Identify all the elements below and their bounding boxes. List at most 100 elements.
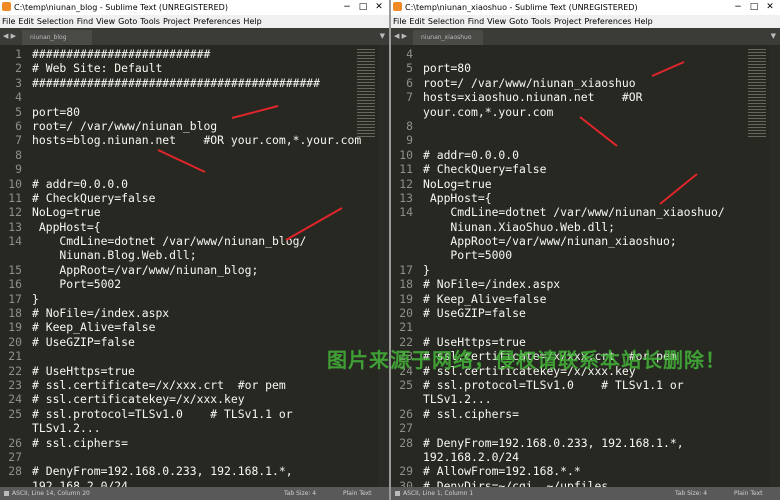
code-line[interactable]: 17} — [0, 292, 389, 306]
tab-niunan-blog[interactable]: niunan_blog — [22, 30, 92, 45]
code-line[interactable]: 20 # UseGZIP=false — [0, 335, 389, 349]
code-line[interactable]: 28 # DenyFrom=192.168.0.233, 192.168.1.*, — [0, 464, 389, 478]
menu-view[interactable]: View — [96, 17, 115, 26]
code-line[interactable]: 14 CmdLine=dotnet /var/www/niunan_xiaosh… — [391, 205, 780, 219]
menu-tools[interactable]: Tools — [531, 17, 551, 26]
title-bar[interactable]: C:\temp\niunan_blog - Sublime Text (UNRE… — [0, 0, 389, 15]
code-line[interactable]: 13 AppHost={ — [0, 220, 389, 234]
code-line[interactable]: 27 — [391, 421, 780, 435]
code-line[interactable]: 11 # CheckQuery=false — [0, 191, 389, 205]
minimap[interactable] — [748, 49, 766, 139]
code-line[interactable]: 5 port=80 — [391, 61, 780, 75]
code-line[interactable]: Niunan.XiaoShuo.Web.dll; — [391, 220, 780, 234]
menu-preferences[interactable]: Preferences — [584, 17, 631, 26]
menu-edit[interactable]: Edit — [409, 17, 425, 26]
code-line[interactable]: 17} — [391, 263, 780, 277]
code-line[interactable]: 26 # ssl.ciphers= — [391, 407, 780, 421]
vertical-scrollbar[interactable] — [379, 45, 389, 487]
tab-niunan-xiaoshuo[interactable]: niunan_xiaoshuo — [413, 30, 483, 45]
menu-file[interactable]: File — [2, 17, 15, 26]
code-line[interactable]: 12 NoLog=true — [0, 205, 389, 219]
code-line[interactable]: 23 # ssl.certificate=/x/xxx.crt #or pem — [391, 349, 780, 363]
code-line[interactable]: 18 # NoFile=/index.aspx — [391, 277, 780, 291]
code-line[interactable]: 6 root=/ /var/www/niunan_blog — [0, 119, 389, 133]
status-panel-icon[interactable] — [4, 491, 9, 496]
code-line[interactable]: 192.168.2.0/24 — [0, 479, 389, 487]
code-line[interactable]: 29 # AllowFrom=192.168.*.* — [391, 464, 780, 478]
maximize-button[interactable]: □ — [355, 0, 371, 15]
syntax-indicator[interactable]: Plain Text — [734, 487, 762, 500]
code-line[interactable]: 11 # CheckQuery=false — [391, 162, 780, 176]
code-line[interactable]: 13 AppHost={ — [391, 191, 780, 205]
tab-nav-arrows-icon[interactable]: ◀ ▶ — [3, 28, 16, 45]
code-line[interactable]: 192.168.2.0/24 — [391, 450, 780, 464]
menu-project[interactable]: Project — [554, 17, 581, 26]
code-editor[interactable]: 1 ########################## 2 # Web Site: … — [0, 45, 389, 487]
code-line[interactable]: Port=5000 — [391, 248, 780, 262]
tab-size-indicator[interactable]: Tab Size: 4 — [675, 487, 707, 500]
code-line[interactable]: 3 #######################################… — [0, 76, 389, 90]
code-line[interactable]: 26 # ssl.ciphers= — [0, 436, 389, 450]
close-button[interactable]: ✕ — [371, 0, 387, 15]
code-line[interactable]: 18 # NoFile=/index.aspx — [0, 306, 389, 320]
tab-size-indicator[interactable]: Tab Size: 4 — [284, 487, 316, 500]
code-line[interactable]: 2 # Web Site: Default — [0, 61, 389, 75]
menu-goto[interactable]: Goto — [509, 17, 528, 26]
code-line[interactable]: TLSv1.2... — [391, 392, 780, 406]
code-line[interactable]: 30 # DenyDirs=~/cgi, ~/upfiles — [391, 479, 780, 487]
minimize-button[interactable]: − — [339, 0, 355, 15]
close-button[interactable]: ✕ — [762, 0, 778, 15]
code-line[interactable]: 25 # ssl.protocol=TLSv1.0 # TLSv1.1 or — [0, 407, 389, 421]
code-line[interactable]: TLSv1.2... — [0, 421, 389, 435]
tab-nav-arrows-icon[interactable]: ◀ ▶ — [394, 28, 407, 45]
code-line[interactable]: 20 # UseGZIP=false — [391, 306, 780, 320]
minimize-button[interactable]: − — [730, 0, 746, 15]
menu-goto[interactable]: Goto — [118, 17, 137, 26]
menu-preferences[interactable]: Preferences — [193, 17, 240, 26]
menu-help[interactable]: Help — [243, 17, 261, 26]
code-line[interactable]: 9 — [0, 162, 389, 176]
code-line[interactable]: 7 hosts=blog.niunan.net #OR your.com,*.yo… — [0, 133, 389, 147]
code-line[interactable]: 4 — [391, 47, 780, 61]
code-line[interactable]: 27 — [0, 450, 389, 464]
code-line[interactable]: 7 hosts=xiaoshuo.niunan.net #OR — [391, 90, 780, 104]
code-line[interactable]: AppRoot=/var/www/niunan_xiaoshuo; — [391, 234, 780, 248]
menu-edit[interactable]: Edit — [18, 17, 34, 26]
menu-project[interactable]: Project — [163, 17, 190, 26]
code-editor[interactable]: 4 5 port=80 6 root=/ /var/www/niunan_xiaoshu… — [391, 45, 780, 487]
code-line[interactable]: 4 — [0, 90, 389, 104]
title-bar[interactable]: C:\temp\niunan_xiaoshuo - Sublime Text (… — [391, 0, 780, 15]
code-line[interactable]: 12 NoLog=true — [391, 177, 780, 191]
code-line[interactable]: 10 # addr=0.0.0.0 — [391, 148, 780, 162]
menu-view[interactable]: View — [487, 17, 506, 26]
code-line[interactable]: 8 — [0, 148, 389, 162]
tab-list-icon[interactable]: ▼ — [380, 28, 385, 45]
menu-help[interactable]: Help — [634, 17, 652, 26]
code-line[interactable]: your.com,*.your.com — [391, 105, 780, 119]
code-line[interactable]: Niunan.Blog.Web.dll; — [0, 248, 389, 262]
code-line[interactable]: 22 # UseHttps=true — [391, 335, 780, 349]
menu-tools[interactable]: Tools — [140, 17, 160, 26]
code-line[interactable]: 19 # Keep_Alive=false — [0, 320, 389, 334]
code-line[interactable]: 14 CmdLine=dotnet /var/www/niunan_blog/ — [0, 234, 389, 248]
code-line[interactable]: 8 — [391, 119, 780, 133]
code-line[interactable]: 21 — [391, 320, 780, 334]
menu-find[interactable]: Find — [77, 17, 93, 26]
code-line[interactable]: 15 AppRoot=/var/www/niunan_blog; — [0, 263, 389, 277]
code-line[interactable]: 24 # ssl.certificatekey=/x/xxx.key — [0, 392, 389, 406]
vertical-scrollbar[interactable] — [770, 45, 780, 487]
menu-selection[interactable]: Selection — [37, 17, 74, 26]
code-line[interactable]: 21 — [0, 349, 389, 363]
code-line[interactable]: 1 ########################## — [0, 47, 389, 61]
minimap[interactable] — [357, 49, 375, 139]
tab-list-icon[interactable]: ▼ — [771, 28, 776, 45]
menu-find[interactable]: Find — [468, 17, 484, 26]
maximize-button[interactable]: □ — [746, 0, 762, 15]
code-line[interactable]: 5 port=80 — [0, 105, 389, 119]
menu-selection[interactable]: Selection — [428, 17, 465, 26]
code-line[interactable]: 9 — [391, 133, 780, 147]
menu-file[interactable]: File — [393, 17, 406, 26]
code-line[interactable]: 22 # UseHttps=true — [0, 364, 389, 378]
code-line[interactable]: 19 # Keep_Alive=false — [391, 292, 780, 306]
code-line[interactable]: 25 # ssl.protocol=TLSv1.0 # TLSv1.1 or — [391, 378, 780, 392]
